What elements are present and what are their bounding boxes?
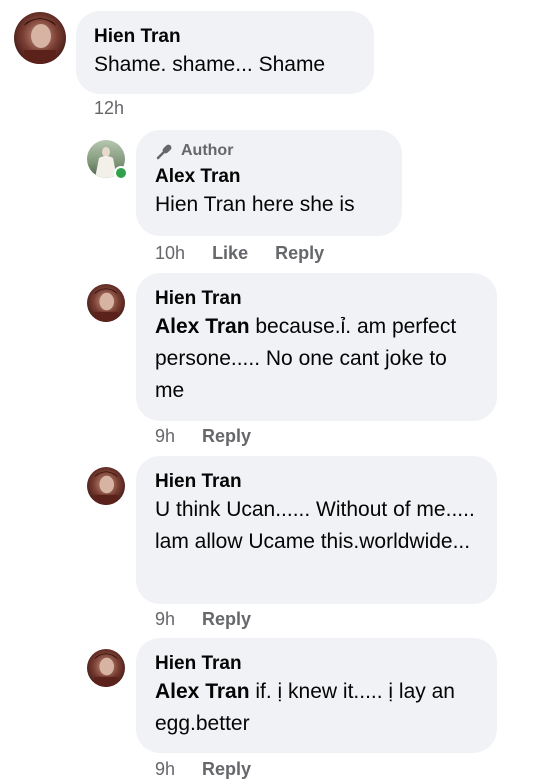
reply-button[interactable]: Reply [202,609,251,629]
comment-author[interactable]: Hien Tran [94,25,356,49]
comment-meta: 9h Reply [155,759,273,780]
woman-portrait-avatar-icon[interactable] [14,12,66,64]
comment-1: Hien Tran Shame. shame... Shame 12h [0,0,538,120]
comment-meta: 12h [94,98,146,119]
comment-meta: 9h Reply [155,609,273,630]
comment-text: Hien Tran here she is [155,193,355,216]
comment-bubble[interactable]: Hien Tran U think Ucan...... Without of … [136,456,497,604]
reply-button[interactable]: Reply [202,759,251,779]
comment-body: Alex Tran if. ị knew it..... ị lay an eg… [155,676,478,740]
comment-time[interactable]: 9h [155,426,175,446]
comment-5: Hien Tran Alex Tran if. ị knew it..... ị… [0,638,538,782]
author-badge: Author [155,141,383,161]
comment-bubble[interactable]: Author Alex Tran Hien Tran here she is [136,130,402,236]
reply-button[interactable]: Reply [275,243,324,263]
comment-3: Hien Tran Alex Tran because.ỉ. am perfec… [0,273,538,453]
comment-meta: 10h Like Reply [155,243,346,264]
woman-portrait-avatar-icon[interactable] [87,649,125,687]
like-button[interactable]: Like [212,243,248,263]
comment-author[interactable]: Alex Tran [155,165,383,189]
woman-portrait-avatar-icon[interactable] [87,467,125,505]
microphone-icon [156,144,172,160]
online-status-indicator [114,166,128,180]
comment-bubble[interactable]: Hien Tran Shame. shame... Shame [76,11,374,94]
comment-text: U think Ucan...... Without of me..... la… [155,498,475,553]
comment-time[interactable]: 12h [94,98,124,118]
comment-time[interactable]: 10h [155,243,185,263]
comment-4: Hien Tran U think Ucan...... Without of … [0,456,538,636]
comment-time[interactable]: 9h [155,609,175,629]
comment-author[interactable]: Hien Tran [155,652,478,676]
comment-2: Author Alex Tran Hien Tran here she is 1… [0,128,538,268]
comment-author[interactable]: Hien Tran [155,287,478,311]
mention-link[interactable]: Alex Tran [155,680,250,703]
comment-bubble[interactable]: Hien Tran Alex Tran if. ị knew it..... ị… [136,638,497,753]
comment-body: Alex Tran because.ỉ. am perfect persone.… [155,311,478,407]
comment-text: Shame. shame... Shame [94,53,326,76]
comment-meta: 9h Reply [155,426,273,447]
comment-time[interactable]: 9h [155,759,175,779]
comment-author[interactable]: Hien Tran [155,470,478,494]
comment-bubble[interactable]: Hien Tran Alex Tran because.ỉ. am perfec… [136,273,497,421]
mention-link[interactable]: Alex Tran [155,315,250,338]
woman-portrait-avatar-icon[interactable] [87,284,125,322]
author-badge-label: Author [181,142,234,159]
reply-button[interactable]: Reply [202,426,251,446]
